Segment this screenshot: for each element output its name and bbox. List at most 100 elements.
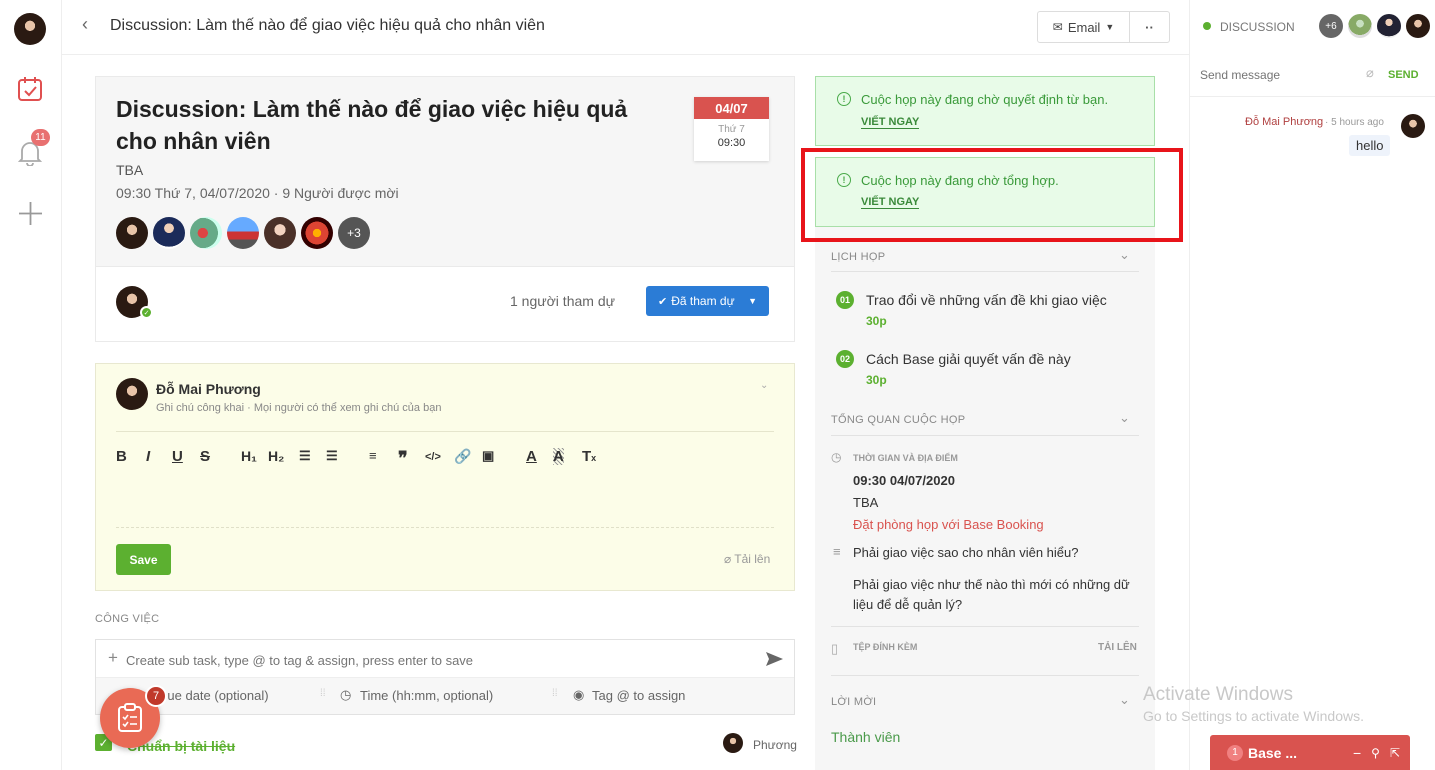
divider (831, 435, 1139, 436)
back-chevron-icon[interactable]: ‹ (82, 14, 88, 35)
meeting-location: TBA (116, 162, 144, 178)
upload-button[interactable]: ⌀ Tải lên (724, 552, 770, 566)
header-title: Discussion: Làm thế nào để giao việc hiệ… (110, 17, 545, 34)
divider (116, 431, 774, 432)
agenda-item-title[interactable]: Trao đổi về những vấn đề khi giao việc (866, 292, 1107, 308)
extra-invitees-badge[interactable]: +3 (338, 217, 370, 249)
notice-text: Cuộc họp này đang chờ quyết định từ bạn. (861, 92, 1109, 107)
agenda-section-label: LỊCH HỌP (831, 251, 886, 263)
invitee-avatar[interactable] (190, 217, 222, 249)
send-button[interactable]: SEND (1388, 69, 1419, 81)
code-icon[interactable]: </> (425, 451, 441, 463)
editor-toolbar: B I U S H₁ H₂ ☰ ☰ ≡ ❞ </> 🔗 ▣ A A Tx (116, 448, 616, 468)
caret-down-icon: ▼ (1105, 22, 1115, 32)
agenda-item-title[interactable]: Cách Base giải quyết vấn đề này (866, 351, 1071, 367)
field-separator: ⁞⁞ (552, 688, 558, 699)
bold-icon[interactable]: B (116, 448, 127, 465)
attachments-upload[interactable]: TẢI LÊN (1098, 642, 1137, 653)
agenda-item-duration: 30p (866, 373, 887, 387)
divider (116, 527, 774, 528)
save-button[interactable]: Save (116, 544, 171, 575)
note-author: Đỗ Mai Phương (156, 381, 261, 397)
align-left-icon[interactable]: ≡ (369, 448, 377, 463)
overview-location: TBA (853, 495, 879, 510)
member-avatar[interactable] (1348, 14, 1372, 38)
due-date-field[interactable]: Due date (optional) (158, 688, 269, 703)
email-button-group: ✉ Email ▼ ·· (1037, 11, 1170, 43)
activation-watermark-text: Go to Settings to activate Windows. (1143, 708, 1364, 724)
image-icon[interactable]: ▣ (482, 448, 494, 464)
highlight-icon[interactable]: A (553, 448, 564, 465)
paperclip-icon: ⌀ (724, 552, 732, 566)
overview-section-label: TỔNG QUAN CUỘC HỌP (831, 414, 966, 426)
expand-icon[interactable]: ⇱ (1390, 746, 1400, 760)
member-avatar[interactable] (1406, 14, 1430, 38)
chevron-down-icon[interactable]: ⌄ (760, 380, 768, 391)
divider (1190, 96, 1435, 97)
user-avatar[interactable] (14, 13, 46, 45)
clock-icon: ◷ (340, 687, 352, 702)
member-avatar[interactable] (1377, 14, 1401, 38)
mini-chat-bar[interactable]: 1 Base ... − ⚲ ⇱ (1210, 735, 1410, 770)
message-author: Đỗ Mai Phương (1245, 116, 1324, 128)
text-color-icon[interactable]: A (526, 448, 537, 465)
time-place-label: THỜI GIAN VÀ ĐỊA ĐIỂM (853, 453, 958, 463)
link-icon[interactable]: 🔗 (454, 448, 471, 465)
message-bubble: hello (1349, 135, 1391, 156)
email-button[interactable]: ✉ Email ▼ (1038, 12, 1130, 42)
more-button[interactable]: ·· (1130, 12, 1169, 42)
search-icon[interactable]: ⚲ (1371, 746, 1380, 760)
minimize-icon[interactable]: − (1353, 745, 1361, 761)
assign-field[interactable]: Tag @ to assign (592, 688, 685, 703)
activation-watermark-title: Activate Windows (1143, 684, 1293, 705)
highlight-box (801, 148, 1183, 242)
invitee-avatar[interactable] (153, 217, 185, 249)
panel-divider (1189, 0, 1190, 770)
strikethrough-icon[interactable]: S (200, 448, 210, 465)
clipboard-icon (118, 703, 142, 732)
divider (831, 626, 1139, 627)
quote-icon[interactable]: ❞ (398, 448, 408, 469)
invitee-avatar[interactable] (301, 217, 333, 249)
meeting-datetime: 09:30 Thứ 7, 04/07/2020 · 9 Người được m… (116, 185, 399, 201)
chat-input[interactable] (1200, 66, 1360, 84)
more-members-badge[interactable]: +6 (1319, 14, 1343, 38)
clock-icon: ◷ (831, 450, 842, 464)
calendar-check-icon[interactable] (17, 76, 43, 102)
members-label: Thành viên (831, 729, 901, 745)
note-privacy: Ghi chú công khai · Mọi người có thể xem… (156, 402, 442, 414)
caret-down-icon: ▼ (748, 296, 757, 306)
envelope-icon: ✉ (1052, 20, 1063, 34)
time-field[interactable]: Time (hh:mm, optional) (360, 688, 493, 703)
subtask-input[interactable] (126, 650, 746, 670)
chevron-down-icon[interactable]: ⌄ (1119, 692, 1130, 708)
booking-link[interactable]: Đặt phòng họp với Base Booking (853, 517, 1044, 532)
chevron-down-icon[interactable]: ⌄ (1119, 247, 1130, 263)
heading1-icon[interactable]: H₁ (241, 448, 257, 464)
invitee-avatar[interactable] (227, 217, 259, 249)
write-now-link[interactable]: VIẾT NGAY (861, 116, 920, 129)
bullet-list-icon[interactable]: ☰ (326, 448, 338, 464)
underline-icon[interactable]: U (172, 448, 183, 465)
note-author-avatar (116, 378, 148, 410)
file-icon: ▯ (831, 641, 839, 656)
attend-button[interactable]: ✔ Đã tham dự ▼ (646, 286, 769, 316)
divider (831, 675, 1139, 676)
ordered-list-icon[interactable]: ☰ (299, 448, 311, 464)
paperclip-icon[interactable]: ⌀ (1366, 65, 1374, 81)
message-time: · 5 hours ago (1325, 117, 1384, 128)
italic-icon[interactable]: I (146, 448, 150, 465)
task-assignee: Phương (753, 738, 797, 752)
overview-time: 09:30 04/07/2020 (853, 473, 955, 488)
heading2-icon[interactable]: H₂ (268, 448, 284, 464)
overview-question: Phải giao việc như thế nào thì mới có nh… (853, 577, 1130, 612)
status-dot (1203, 22, 1211, 30)
chevron-down-icon[interactable]: ⌄ (1119, 410, 1130, 426)
send-arrow-icon[interactable] (765, 651, 784, 667)
invitee-avatar[interactable] (116, 217, 148, 249)
plus-icon[interactable] (18, 201, 43, 226)
attending-count: 1 người tham dự (510, 293, 615, 309)
invitee-avatar[interactable] (264, 217, 296, 249)
clear-format-icon[interactable]: Tx (582, 448, 596, 465)
list-icon: ≡ (833, 544, 841, 559)
